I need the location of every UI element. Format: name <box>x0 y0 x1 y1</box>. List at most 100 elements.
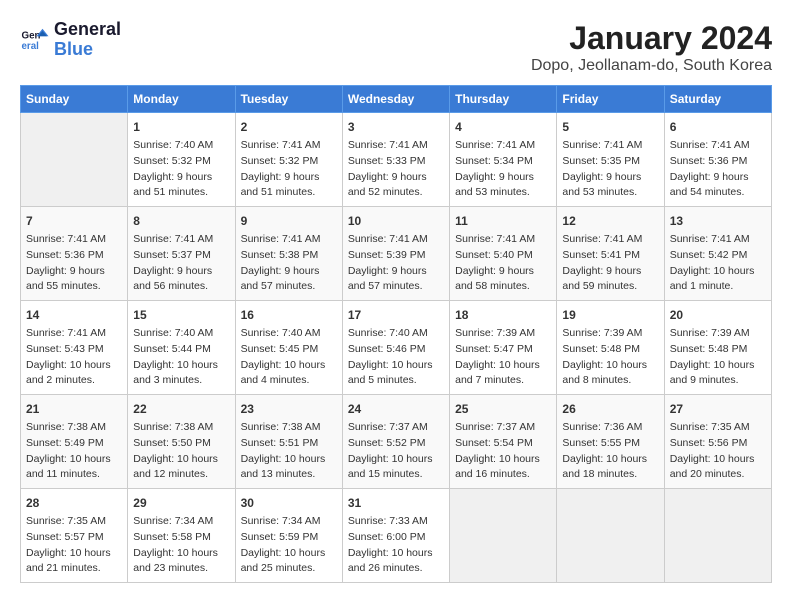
day-cell: 13Sunrise: 7:41 AM Sunset: 5:42 PM Dayli… <box>664 207 771 301</box>
day-info: Sunrise: 7:39 AM Sunset: 5:47 PM Dayligh… <box>455 326 551 389</box>
day-info: Sunrise: 7:40 AM Sunset: 5:45 PM Dayligh… <box>241 326 337 389</box>
day-cell: 21 Sunrise: 7:38 AM Sunset: 5:49 PM Dayli… <box>21 395 128 489</box>
week-row-2: 7 Sunrise: 7:41 AM Sunset: 5:36 PM Daylig… <box>21 207 772 301</box>
calendar-title: January 2024 <box>531 20 772 57</box>
day-number: 8 <box>133 212 229 230</box>
logo-text: General Blue <box>54 20 121 60</box>
day-number: 9 <box>241 212 337 230</box>
day-number: 21 <box>26 400 122 418</box>
page-header: Gen eral General Blue January 2024 Dopo,… <box>20 20 772 75</box>
day-info: Sunrise: 7:41 AM Sunset: 5:41 PM Dayligh… <box>562 232 658 295</box>
day-number: 20 <box>670 306 766 324</box>
day-number: 17 <box>348 306 444 324</box>
day-number: 27 <box>670 400 766 418</box>
calendar-body: 1 Sunrise: 7:40 AM Sunset: 5:32 PM Daylig… <box>21 113 772 583</box>
logo: Gen eral General Blue <box>20 20 121 60</box>
day-info: Sunrise: 7:41 AM Sunset: 5:37 PM Dayligh… <box>133 232 229 295</box>
day-cell: 7 Sunrise: 7:41 AM Sunset: 5:36 PM Daylig… <box>21 207 128 301</box>
day-number: 6 <box>670 118 766 136</box>
day-cell: 4Sunrise: 7:41 AM Sunset: 5:34 PM Daylig… <box>450 113 557 207</box>
day-cell: 20Sunrise: 7:39 AM Sunset: 5:48 PM Dayli… <box>664 301 771 395</box>
day-number: 29 <box>133 494 229 512</box>
day-cell: 15Sunrise: 7:40 AM Sunset: 5:44 PM Dayli… <box>128 301 235 395</box>
day-number: 1 <box>133 118 229 136</box>
day-cell: 11Sunrise: 7:41 AM Sunset: 5:40 PM Dayli… <box>450 207 557 301</box>
day-number: 24 <box>348 400 444 418</box>
day-info: Sunrise: 7:41 AM Sunset: 5:40 PM Dayligh… <box>455 232 551 295</box>
day-cell: 9Sunrise: 7:41 AM Sunset: 5:38 PM Daylig… <box>235 207 342 301</box>
day-cell: 14 Sunrise: 7:41 AM Sunset: 5:43 PM Dayli… <box>21 301 128 395</box>
calendar-table: SundayMondayTuesdayWednesdayThursdayFrid… <box>20 85 772 583</box>
day-cell: 29 Sunrise: 7:34 AM Sunset: 5:58 PM Dayli… <box>128 489 235 583</box>
svg-text:eral: eral <box>22 41 40 52</box>
day-info: Sunrise: 7:35 AM Sunset: 5:56 PM Dayligh… <box>670 420 766 483</box>
day-number: 2 <box>241 118 337 136</box>
day-number: 5 <box>562 118 658 136</box>
day-info: Sunrise: 7:38 AM Sunset: 5:49 PM Dayligh… <box>26 420 122 483</box>
day-info: Sunrise: 7:41 AM Sunset: 5:42 PM Dayligh… <box>670 232 766 295</box>
day-cell: 3 Sunrise: 7:41 AM Sunset: 5:33 PM Daylig… <box>342 113 449 207</box>
day-info: Sunrise: 7:41 AM Sunset: 5:33 PM Dayligh… <box>348 138 444 201</box>
day-info: Sunrise: 7:41 AM Sunset: 5:36 PM Dayligh… <box>670 138 766 201</box>
day-number: 19 <box>562 306 658 324</box>
day-number: 26 <box>562 400 658 418</box>
day-cell: 12Sunrise: 7:41 AM Sunset: 5:41 PM Dayli… <box>557 207 664 301</box>
day-info: Sunrise: 7:37 AM Sunset: 5:54 PM Dayligh… <box>455 420 551 483</box>
title-block: January 2024 Dopo, Jeollanam-do, South K… <box>531 20 772 75</box>
day-info: Sunrise: 7:40 AM Sunset: 5:46 PM Dayligh… <box>348 326 444 389</box>
header-cell-friday: Friday <box>557 86 664 113</box>
day-number: 18 <box>455 306 551 324</box>
day-info: Sunrise: 7:34 AM Sunset: 5:58 PM Dayligh… <box>133 514 229 577</box>
day-cell: 18 Sunrise: 7:39 AM Sunset: 5:47 PM Dayli… <box>450 301 557 395</box>
day-info: Sunrise: 7:41 AM Sunset: 5:34 PM Dayligh… <box>455 138 551 201</box>
day-cell <box>21 113 128 207</box>
calendar-subtitle: Dopo, Jeollanam-do, South Korea <box>531 57 772 75</box>
day-cell: 24 Sunrise: 7:37 AM Sunset: 5:52 PM Dayli… <box>342 395 449 489</box>
day-cell: 30 Sunrise: 7:34 AM Sunset: 5:59 PM Dayli… <box>235 489 342 583</box>
day-number: 30 <box>241 494 337 512</box>
day-info: Sunrise: 7:40 AM Sunset: 5:44 PM Dayligh… <box>133 326 229 389</box>
day-number: 31 <box>348 494 444 512</box>
day-number: 10 <box>348 212 444 230</box>
day-info: Sunrise: 7:38 AM Sunset: 5:51 PM Dayligh… <box>241 420 337 483</box>
day-cell <box>450 489 557 583</box>
header-cell-thursday: Thursday <box>450 86 557 113</box>
day-number: 14 <box>26 306 122 324</box>
week-row-1: 1 Sunrise: 7:40 AM Sunset: 5:32 PM Daylig… <box>21 113 772 207</box>
header-cell-tuesday: Tuesday <box>235 86 342 113</box>
day-number: 7 <box>26 212 122 230</box>
day-number: 16 <box>241 306 337 324</box>
header-cell-wednesday: Wednesday <box>342 86 449 113</box>
day-info: Sunrise: 7:41 AM Sunset: 5:36 PM Dayligh… <box>26 232 122 295</box>
day-cell: 10 Sunrise: 7:41 AM Sunset: 5:39 PM Dayli… <box>342 207 449 301</box>
day-info: Sunrise: 7:41 AM Sunset: 5:32 PM Dayligh… <box>241 138 337 201</box>
day-info: Sunrise: 7:38 AM Sunset: 5:50 PM Dayligh… <box>133 420 229 483</box>
day-cell: 5Sunrise: 7:41 AM Sunset: 5:35 PM Daylig… <box>557 113 664 207</box>
day-info: Sunrise: 7:37 AM Sunset: 5:52 PM Dayligh… <box>348 420 444 483</box>
day-info: Sunrise: 7:41 AM Sunset: 5:39 PM Dayligh… <box>348 232 444 295</box>
calendar-header: SundayMondayTuesdayWednesdayThursdayFrid… <box>21 86 772 113</box>
day-number: 28 <box>26 494 122 512</box>
day-cell: 28Sunrise: 7:35 AM Sunset: 5:57 PM Dayli… <box>21 489 128 583</box>
day-cell: 22 Sunrise: 7:38 AM Sunset: 5:50 PM Dayli… <box>128 395 235 489</box>
day-cell: 27 Sunrise: 7:35 AM Sunset: 5:56 PM Dayli… <box>664 395 771 489</box>
logo-icon: Gen eral <box>20 25 50 55</box>
day-cell <box>664 489 771 583</box>
day-info: Sunrise: 7:39 AM Sunset: 5:48 PM Dayligh… <box>562 326 658 389</box>
day-cell: 16 Sunrise: 7:40 AM Sunset: 5:45 PM Dayli… <box>235 301 342 395</box>
day-info: Sunrise: 7:33 AM Sunset: 6:00 PM Dayligh… <box>348 514 444 577</box>
day-info: Sunrise: 7:34 AM Sunset: 5:59 PM Dayligh… <box>241 514 337 577</box>
day-info: Sunrise: 7:36 AM Sunset: 5:55 PM Dayligh… <box>562 420 658 483</box>
day-cell: 23Sunrise: 7:38 AM Sunset: 5:51 PM Dayli… <box>235 395 342 489</box>
day-cell: 25Sunrise: 7:37 AM Sunset: 5:54 PM Dayli… <box>450 395 557 489</box>
week-row-4: 21 Sunrise: 7:38 AM Sunset: 5:49 PM Dayli… <box>21 395 772 489</box>
header-cell-monday: Monday <box>128 86 235 113</box>
day-info: Sunrise: 7:41 AM Sunset: 5:43 PM Dayligh… <box>26 326 122 389</box>
day-number: 22 <box>133 400 229 418</box>
day-cell: 6 Sunrise: 7:41 AM Sunset: 5:36 PM Daylig… <box>664 113 771 207</box>
week-row-5: 28Sunrise: 7:35 AM Sunset: 5:57 PM Dayli… <box>21 489 772 583</box>
day-number: 3 <box>348 118 444 136</box>
day-cell: 31 Sunrise: 7:33 AM Sunset: 6:00 PM Dayli… <box>342 489 449 583</box>
day-info: Sunrise: 7:40 AM Sunset: 5:32 PM Dayligh… <box>133 138 229 201</box>
day-cell: 2 Sunrise: 7:41 AM Sunset: 5:32 PM Daylig… <box>235 113 342 207</box>
